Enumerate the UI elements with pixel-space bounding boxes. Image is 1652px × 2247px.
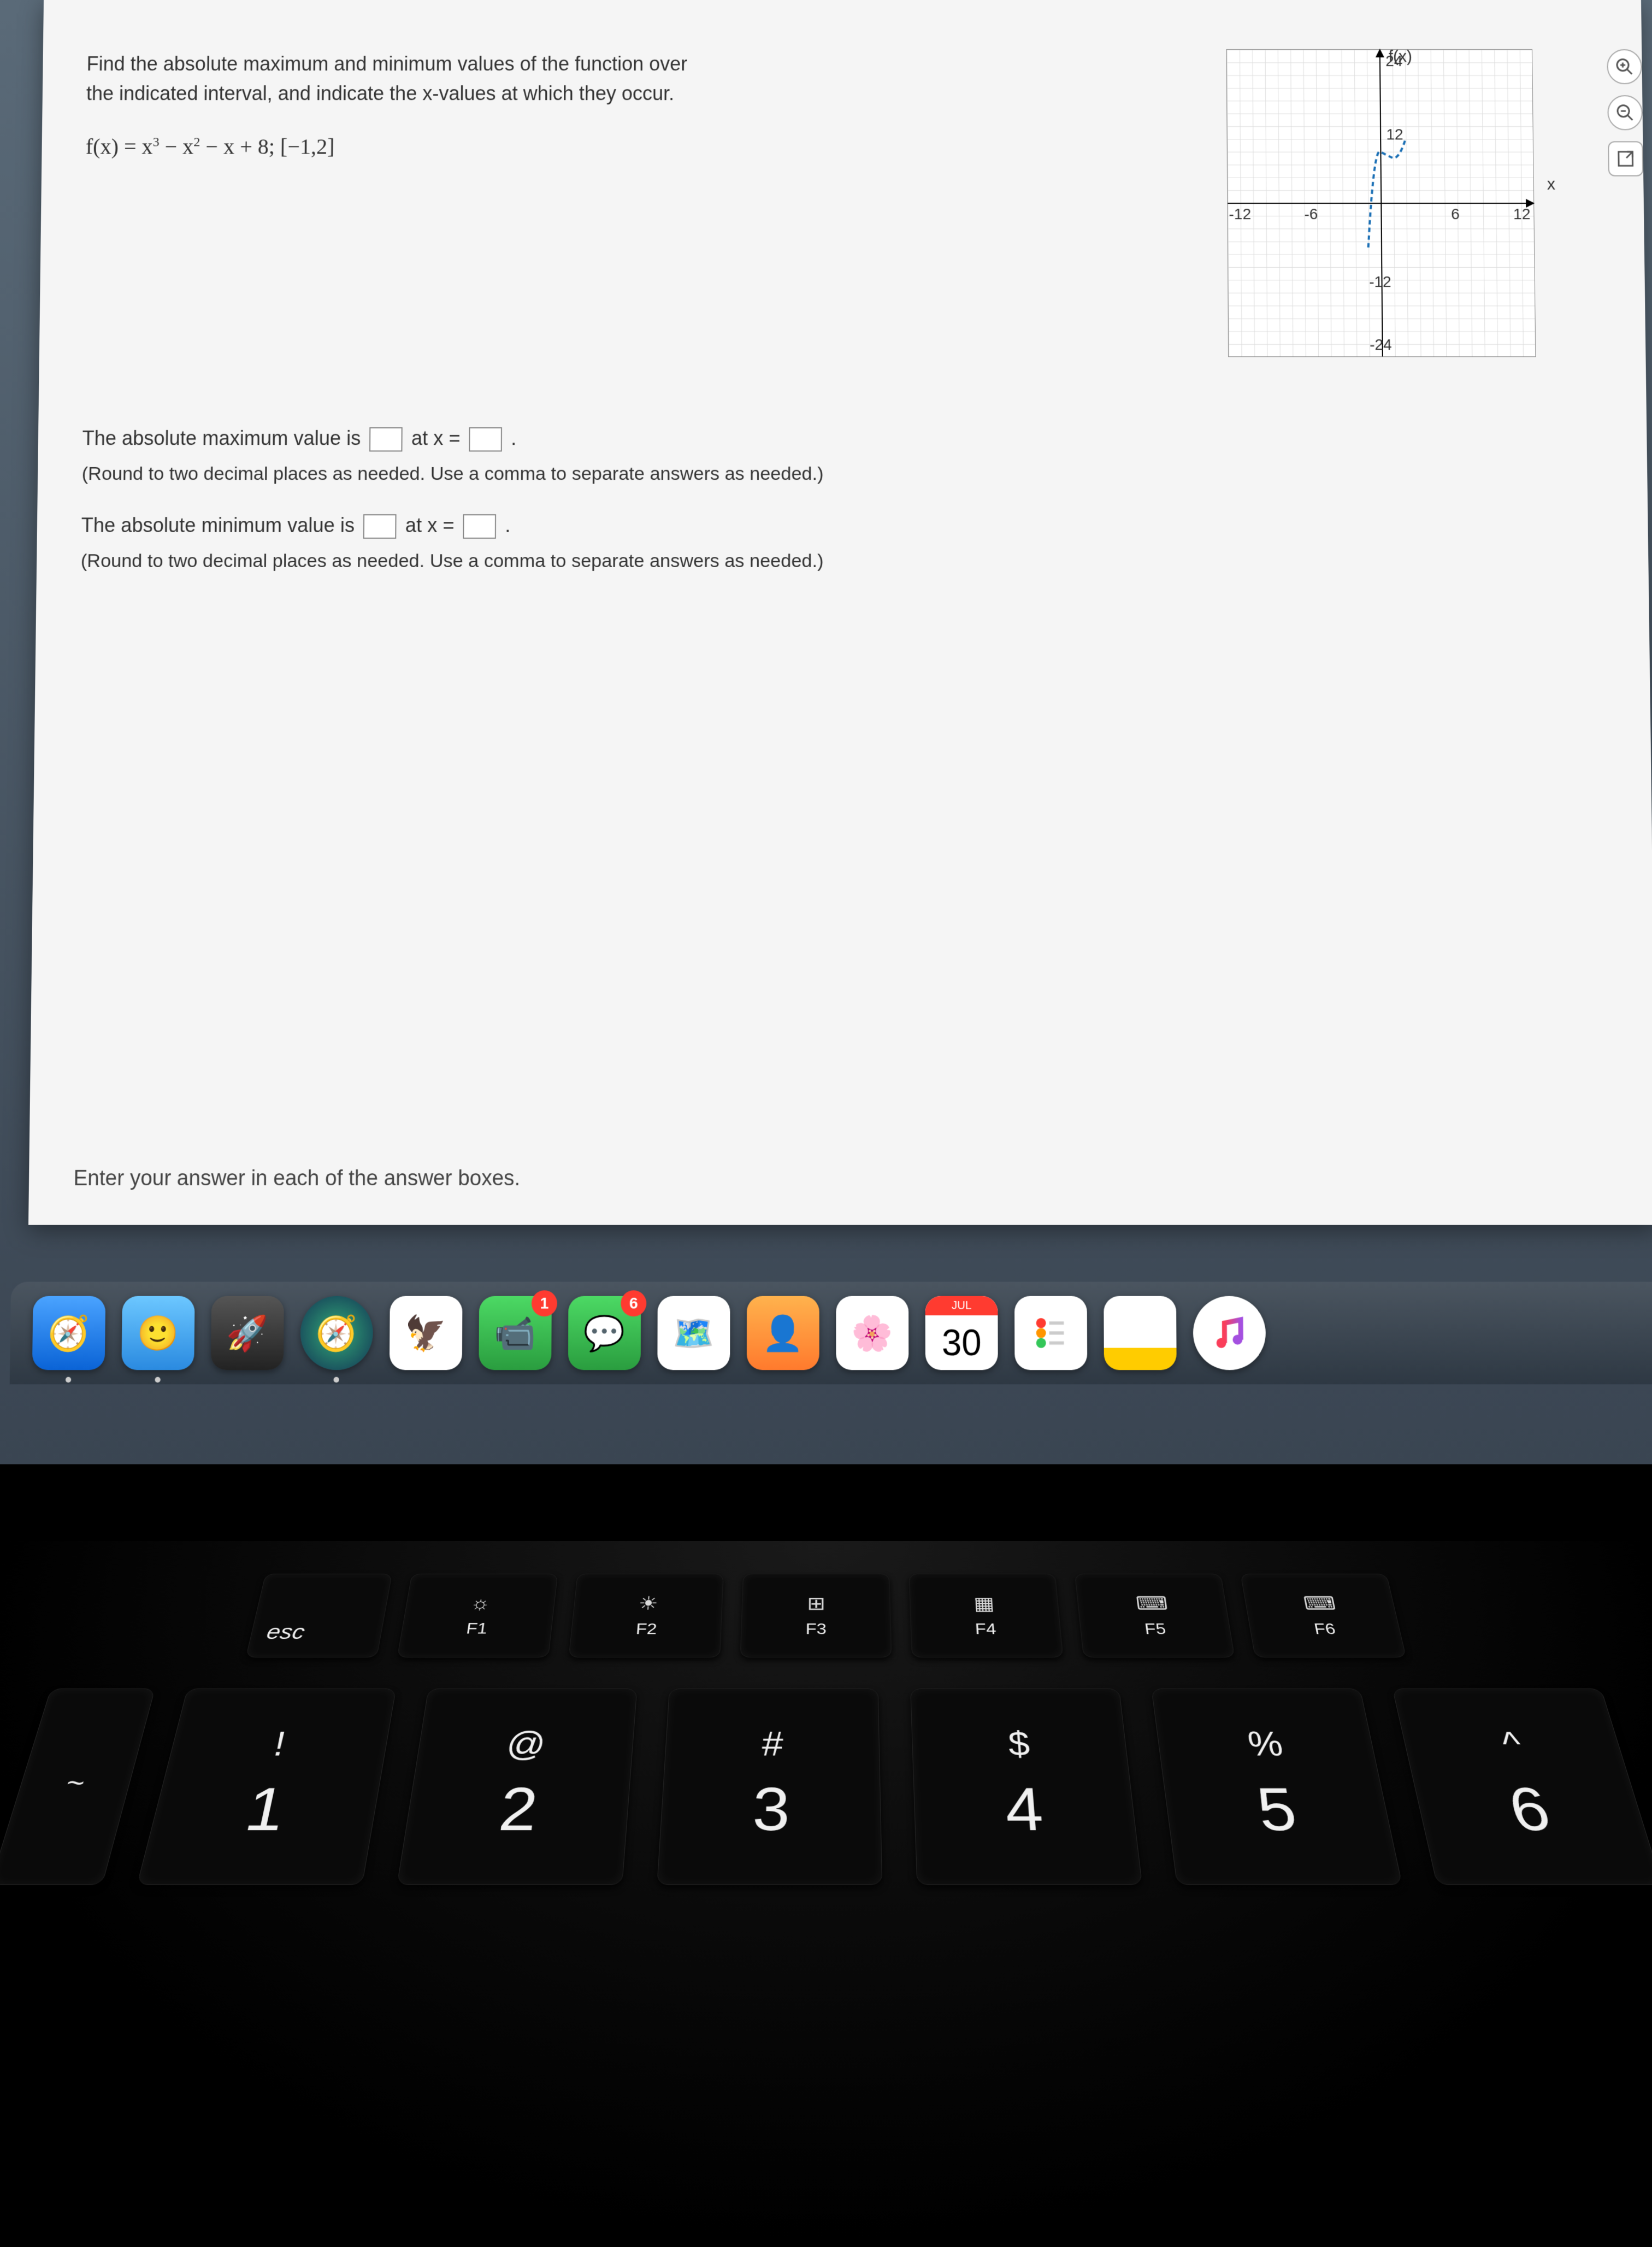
key-4[interactable]: $4 [910, 1689, 1142, 1885]
min-x-input[interactable] [463, 515, 497, 539]
key-tilde[interactable]: ~ [0, 1689, 155, 1885]
footer-prompt: Enter your answer in each of the answer … [73, 1167, 520, 1191]
min-mid: at x = [405, 514, 455, 537]
prompt-line-1: Find the absolute maximum and minimum va… [86, 49, 1194, 79]
contacts-icon[interactable]: 👤 [747, 1296, 819, 1370]
min-answer-line: The absolute minimum value is at x = . [81, 510, 1604, 540]
x-axis-label: x [1547, 172, 1556, 197]
notes-icon[interactable] [1104, 1296, 1176, 1370]
key-f3[interactable]: ⊞F3 [740, 1574, 892, 1657]
key-f2[interactable]: ☀F2 [569, 1574, 724, 1657]
problem-panel: Find the absolute maximum and minimum va… [36, 0, 1649, 620]
calendar-month: JUL [925, 1296, 998, 1315]
min-value-input[interactable] [363, 515, 397, 539]
min-pre: The absolute minimum value is [81, 514, 355, 537]
min-hint: (Round to two decimal places as needed. … [81, 547, 1604, 575]
answer-section: The absolute maximum value is at x = . (… [81, 423, 1604, 575]
question-block: Find the absolute maximum and minimum va… [83, 49, 1195, 357]
max-pre: The absolute maximum value is [82, 427, 361, 450]
formula: f(x) = x3 − x2 − x + 8; [−1,2] [85, 130, 1194, 163]
zoom-out-button[interactable] [1607, 95, 1643, 130]
min-post: . [505, 514, 510, 537]
mail-icon[interactable]: 🦅 [390, 1296, 463, 1370]
finder-icon[interactable]: 🙂 [121, 1296, 194, 1370]
plot-curve [1227, 50, 1536, 356]
key-esc[interactable]: esc [246, 1574, 392, 1657]
max-x-input[interactable] [469, 427, 503, 452]
calendar-day: 30 [942, 1315, 982, 1370]
macos-dock: 🧭 🙂 🚀 🧭 🦅 📹1 💬6 🗺️ 👤 🌸 JUL 30 [10, 1282, 1652, 1385]
launchpad-icon[interactable]: 🚀 [211, 1296, 284, 1370]
browser-window: Find the absolute maximum and minimum va… [28, 0, 1652, 1225]
prompt-line-2: the indicated interval, and indicate the… [86, 79, 1194, 108]
graph-container: f(x) x -12 -6 6 12 12 24 -12 -24 [1216, 49, 1602, 357]
music-icon[interactable] [1193, 1296, 1266, 1370]
key-f6[interactable]: ⌨F6 [1240, 1574, 1406, 1657]
max-post: . [511, 427, 516, 450]
key-f5[interactable]: ⌨F5 [1075, 1574, 1235, 1657]
facetime-badge: 1 [532, 1290, 557, 1316]
key-6[interactable]: ^6 [1392, 1689, 1652, 1885]
safari2-icon[interactable]: 🧭 [300, 1296, 373, 1370]
max-answer-line: The absolute maximum value is at x = . [82, 423, 1603, 454]
graph-plot[interactable]: f(x) x -12 -6 6 12 12 24 -12 -24 [1226, 49, 1536, 357]
graph-toolbar [1607, 49, 1643, 177]
key-1[interactable]: !1 [137, 1689, 396, 1885]
key-f1[interactable]: ☼F1 [397, 1574, 558, 1657]
photos-icon[interactable]: 🌸 [836, 1296, 908, 1370]
maps-icon[interactable]: 🗺️ [657, 1296, 730, 1370]
facetime-icon[interactable]: 📹1 [479, 1296, 551, 1370]
zoom-in-button[interactable] [1607, 49, 1642, 84]
key-2[interactable]: @2 [397, 1689, 637, 1885]
laptop-screen: Find the absolute maximum and minimum va… [0, 0, 1652, 1464]
safari-icon[interactable]: 🧭 [32, 1296, 105, 1370]
expand-graph-button[interactable] [1608, 141, 1643, 176]
max-mid: at x = [411, 427, 461, 450]
max-hint: (Round to two decimal places as needed. … [81, 460, 1603, 489]
reminders-icon[interactable] [1014, 1296, 1087, 1370]
messages-badge: 6 [621, 1290, 646, 1316]
max-value-input[interactable] [369, 427, 403, 452]
key-f4[interactable]: ▦F4 [909, 1574, 1063, 1657]
key-5[interactable]: %5 [1151, 1689, 1402, 1885]
laptop-keyboard: esc ☼F1 ☀F2 ⊞F3 ▦F4 ⌨F5 ⌨F6 ~ !1 @2 #3 $… [0, 1541, 1652, 2247]
calendar-icon[interactable]: JUL 30 [925, 1296, 998, 1370]
messages-icon[interactable]: 💬6 [568, 1296, 641, 1370]
key-3[interactable]: #3 [657, 1689, 882, 1885]
